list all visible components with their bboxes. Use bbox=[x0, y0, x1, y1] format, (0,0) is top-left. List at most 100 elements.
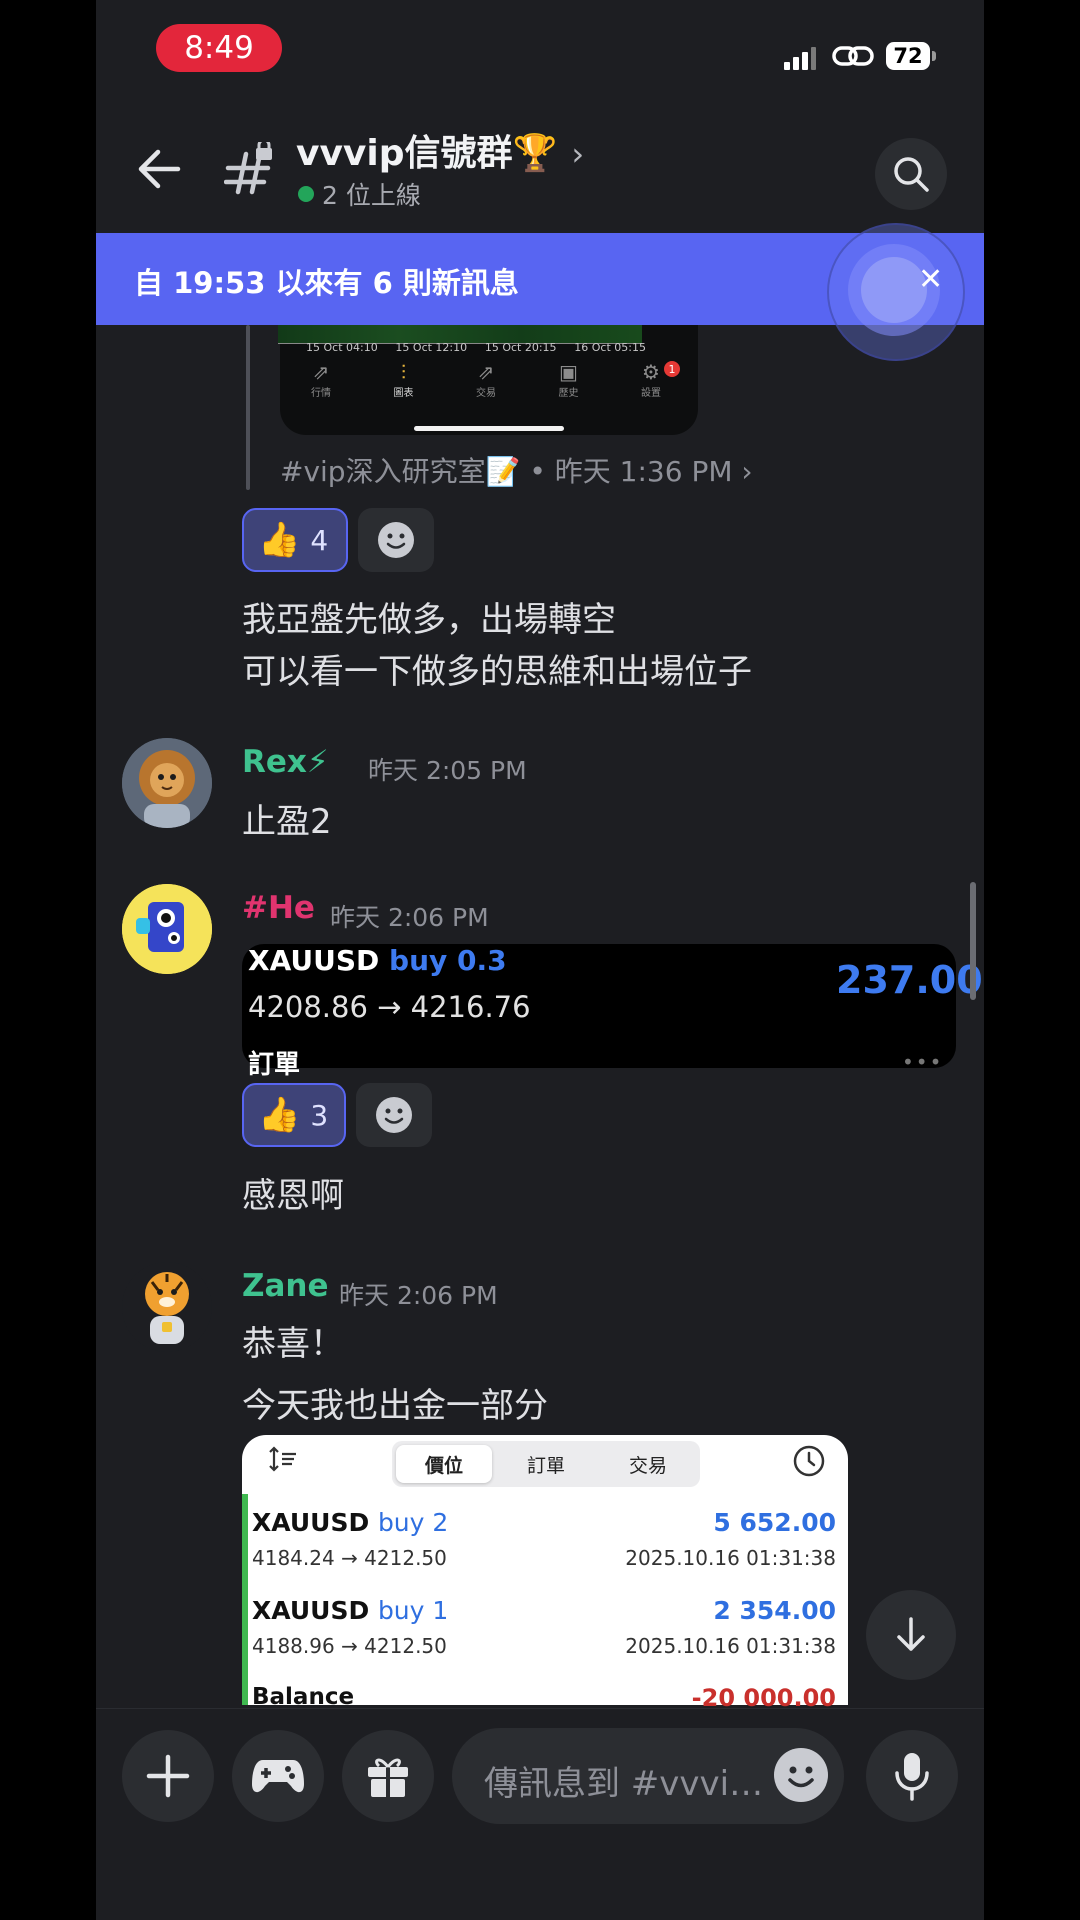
trade-profit: 2 354.00 bbox=[713, 1596, 836, 1625]
chart-tab-chart: ⫶ 圖表 bbox=[371, 360, 437, 399]
username-rex[interactable]: Rex⚡ bbox=[242, 744, 329, 780]
battery-indicator: 72 bbox=[886, 42, 930, 70]
emoji-picker-button[interactable] bbox=[774, 1748, 828, 1802]
segment-orders: 訂單 bbox=[526, 1454, 565, 1477]
trade-accent-bar bbox=[242, 1494, 248, 1705]
chart-tab-label: 行情 bbox=[311, 388, 331, 399]
trade-date: 2025.10.16 01:31:38 bbox=[625, 1546, 836, 1570]
message-text: 可以看一下做多的思維和出場位子 bbox=[242, 652, 752, 692]
gift-icon bbox=[368, 1758, 408, 1797]
trade-symbol: XAUUSD bbox=[252, 1596, 370, 1625]
chart-tab-label: 交易 bbox=[476, 388, 496, 399]
chart-date-label: 15 Oct 20:15 bbox=[484, 341, 557, 354]
message-text: 恭喜！ bbox=[242, 1324, 344, 1364]
trade-symbol-line: XAUUSD buy 1 bbox=[252, 1596, 448, 1625]
segment-price: 價位 bbox=[424, 1454, 463, 1477]
message-timestamp: 昨天 2:05 PM bbox=[368, 756, 527, 785]
reaction-thumbs-up[interactable]: 👍 4 bbox=[242, 508, 348, 572]
segment-trades: 交易 bbox=[628, 1454, 667, 1477]
chart-date-label: 15 Oct 04:10 bbox=[306, 341, 378, 354]
reaction-count: 4 bbox=[310, 523, 329, 557]
link-icon bbox=[832, 46, 874, 66]
add-attachment-button[interactable] bbox=[122, 1730, 214, 1822]
trade-prices: 4188.96 → 4212.50 bbox=[252, 1634, 447, 1658]
smiley-icon bbox=[378, 522, 414, 558]
new-messages-text[interactable]: 自 19:53 以來有 6 則新訊息 bbox=[134, 260, 519, 302]
robot-avatar-icon bbox=[122, 884, 212, 974]
avatar-zane[interactable] bbox=[122, 1262, 212, 1352]
trade-profit: 237.00 bbox=[836, 958, 983, 1002]
smiley-icon bbox=[775, 1749, 827, 1801]
message-input-placeholder[interactable]: 傳訊息到 #vvvi… bbox=[484, 1756, 763, 1805]
smiley-icon bbox=[376, 1097, 412, 1133]
chart-tab-quotes: ⇗ 行情 bbox=[288, 360, 354, 399]
message-timestamp: 昨天 2:06 PM bbox=[339, 1281, 498, 1310]
username-zane[interactable]: Zane bbox=[242, 1268, 329, 1304]
chart-tab-history: ▣ 歷史 bbox=[536, 360, 602, 399]
voice-message-button[interactable] bbox=[866, 1730, 958, 1822]
message-text: 我亞盤先做多，出場轉空 bbox=[242, 600, 616, 640]
chart-tab-label: 圖表 bbox=[393, 388, 414, 399]
chart-date-label: 15 Oct 12:10 bbox=[395, 341, 468, 354]
channel-title[interactable]: vvvip信號群🏆 › bbox=[296, 124, 584, 176]
username-text: Rex⚡ bbox=[242, 744, 329, 780]
quotes-icon: ⇗ bbox=[312, 360, 330, 384]
online-count: 2 位上線 bbox=[322, 181, 421, 210]
trade-icon: ⇗ bbox=[477, 360, 495, 384]
battery-tip bbox=[932, 51, 936, 61]
home-indicator bbox=[414, 426, 564, 431]
chart-tab-label: 歷史 bbox=[558, 388, 579, 399]
microphone-icon bbox=[895, 1753, 929, 1801]
message-text: 感恩啊 bbox=[242, 1176, 344, 1216]
trade-side: buy 2 bbox=[377, 1508, 449, 1537]
search-button[interactable] bbox=[875, 138, 947, 210]
online-dot-icon bbox=[298, 186, 314, 202]
chart-tab-label: 設置 bbox=[641, 388, 661, 399]
inbox-icon: ▣ bbox=[559, 360, 578, 384]
back-arrow-icon[interactable] bbox=[136, 146, 182, 192]
scrollbar[interactable] bbox=[970, 882, 976, 1000]
thumbs-up-icon: 👍 bbox=[258, 520, 301, 560]
tiger-avatar-icon bbox=[145, 1272, 189, 1344]
username-he[interactable]: #He bbox=[242, 890, 315, 926]
avatar-rex[interactable] bbox=[122, 738, 212, 828]
activities-button[interactable] bbox=[232, 1730, 324, 1822]
trade-symbol: XAUUSD bbox=[252, 1508, 370, 1537]
add-reaction-button[interactable] bbox=[358, 508, 434, 572]
gamepad-icon bbox=[252, 1760, 304, 1793]
channel-name: vvvip信號群🏆 bbox=[296, 133, 558, 174]
close-icon[interactable]: ✕ bbox=[918, 262, 943, 297]
username-text: #He bbox=[242, 890, 315, 926]
status-time: 8:49 bbox=[156, 24, 282, 72]
lion-avatar-icon bbox=[122, 738, 212, 828]
plus-icon bbox=[146, 1754, 190, 1798]
trade-side: buy 1 bbox=[377, 1596, 449, 1625]
search-icon bbox=[894, 157, 929, 192]
trade-side: buy 0.3 bbox=[389, 944, 507, 977]
trade-symbol-line: XAUUSD buy 0.3 bbox=[248, 944, 507, 977]
chevron-right-icon: › bbox=[571, 135, 585, 173]
chart-tab-trade: ⇗ 交易 bbox=[453, 360, 519, 399]
chart-app-tabbar: ⇗ 行情 ⫶ 圖表 ⇗ 交易 ▣ 歷史 ⚙ 設置 bbox=[288, 360, 684, 399]
balance-label: Balance bbox=[252, 1684, 355, 1710]
add-reaction-button[interactable] bbox=[356, 1083, 432, 1147]
trade-symbol-line: XAUUSD buy 2 bbox=[252, 1508, 448, 1537]
trade-section-label: 訂單 bbox=[248, 1050, 301, 1080]
avatar-he[interactable] bbox=[122, 884, 212, 974]
gift-button[interactable] bbox=[342, 1730, 434, 1822]
jump-to-present-button[interactable] bbox=[866, 1590, 956, 1680]
trade-prices: 4184.24 → 4212.50 bbox=[252, 1546, 447, 1570]
embed-quote-bar bbox=[246, 325, 250, 490]
more-dots-icon: ••• bbox=[902, 1050, 944, 1074]
candlestick-icon: ⫶ bbox=[401, 360, 406, 384]
reaction-thumbs-up[interactable]: 👍 3 bbox=[242, 1083, 346, 1147]
signal-icon bbox=[784, 47, 816, 70]
trade-profit: 5 652.00 bbox=[713, 1508, 836, 1537]
trade-date: 2025.10.16 01:31:38 bbox=[625, 1634, 836, 1658]
chart-date-label: 16 Oct 05:15 bbox=[574, 341, 646, 354]
username-text: Zane bbox=[242, 1268, 329, 1304]
settings-badge: 1 bbox=[664, 361, 680, 377]
trade-prices: 4208.86 → 4216.76 bbox=[248, 990, 531, 1024]
reaction-count: 3 bbox=[310, 1098, 329, 1132]
forwarded-source-link[interactable]: #vip深入研究室📝 • 昨天 1:36 PM › bbox=[280, 450, 753, 490]
